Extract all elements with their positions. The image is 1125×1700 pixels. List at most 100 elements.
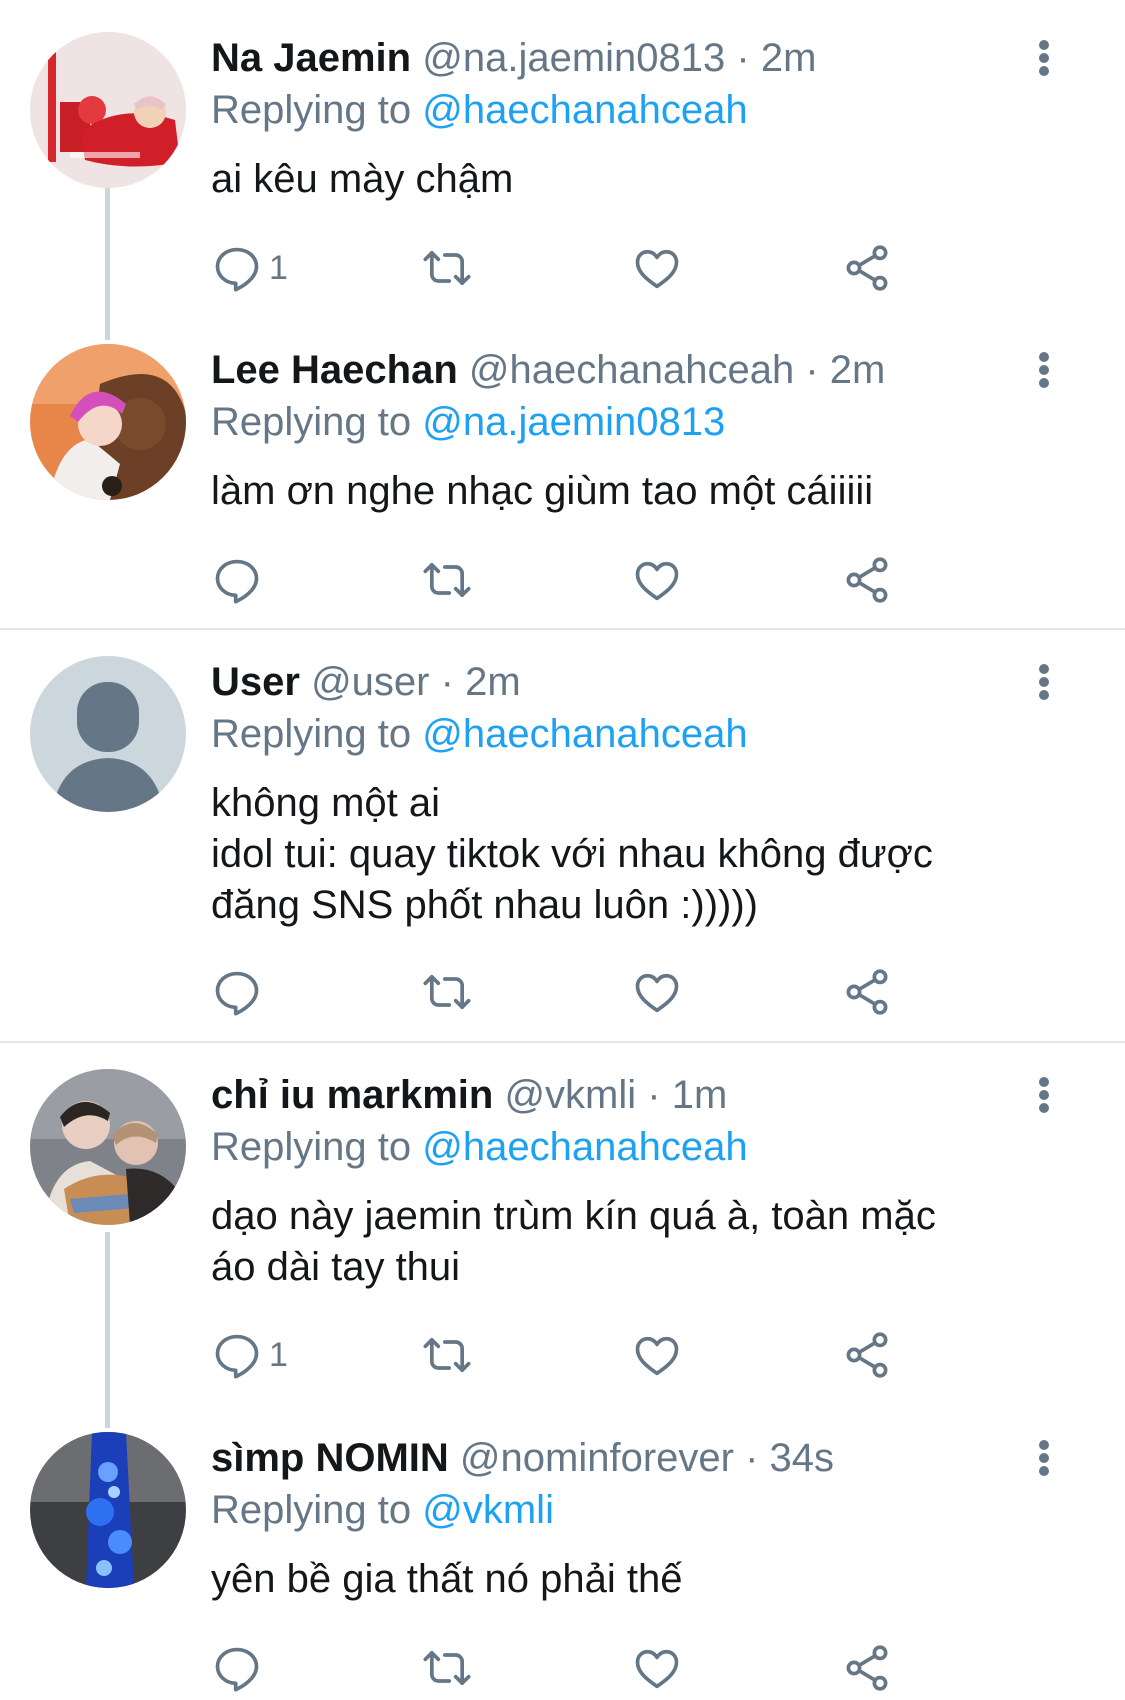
user-handle[interactable]: @na.jaemin0813 [422, 36, 725, 80]
tweet[interactable]: sìmp NOMIN @nominforever · 34s Replying … [0, 1400, 1125, 1700]
share-icon [846, 1332, 888, 1378]
display-name[interactable]: Na Jaemin [211, 36, 411, 80]
avatar[interactable] [30, 656, 186, 812]
reply-button[interactable] [211, 964, 269, 1020]
timestamp[interactable]: 2m [761, 36, 817, 80]
tweet-header: Lee Haechan @haechanahceah · 2m [211, 346, 885, 394]
retweet-icon [423, 562, 471, 598]
more-options-icon[interactable] [1030, 658, 1058, 706]
more-options-icon[interactable] [1030, 1434, 1058, 1482]
share-icon [846, 969, 888, 1015]
tweet-text-line: dạo này jaemin trùm kín quá à, toàn mặc [211, 1194, 936, 1238]
tweet-text-line: đăng SNS phốt nhau luôn :))))) [211, 883, 758, 927]
timestamp[interactable]: 34s [770, 1436, 835, 1480]
tweet-text-line: áo dài tay thui [211, 1245, 461, 1289]
like-button[interactable] [631, 1327, 683, 1383]
user-handle[interactable]: @user [311, 660, 429, 704]
retweet-icon [423, 1337, 471, 1373]
display-name[interactable]: Lee Haechan [211, 348, 458, 392]
tweet-text-line: không một ai [211, 781, 441, 825]
tweet-text: ai kêu mày chậm [211, 154, 1091, 205]
tweet[interactable]: User @user · 2m Replying to @haechanahce… [0, 624, 1125, 1041]
tweet-actions [211, 1640, 1091, 1696]
timestamp[interactable]: 2m [830, 348, 886, 392]
timestamp[interactable]: 2m [465, 660, 521, 704]
reply-button[interactable]: 1 [211, 240, 288, 296]
separator: · [440, 660, 454, 704]
tweet-header: sìmp NOMIN @nominforever · 34s [211, 1434, 834, 1482]
avatar[interactable] [30, 1069, 186, 1225]
display-name[interactable]: sìmp NOMIN [211, 1436, 449, 1480]
share-icon [846, 1645, 888, 1691]
retweet-icon [423, 250, 471, 286]
more-options-icon[interactable] [1030, 346, 1058, 394]
like-icon [635, 1649, 679, 1689]
share-button[interactable] [841, 1640, 893, 1696]
avatar[interactable] [30, 1432, 186, 1588]
replying-label: Replying to [211, 400, 412, 444]
reply-icon [215, 971, 259, 1016]
mention-link[interactable]: @na.jaemin0813 [422, 400, 725, 444]
reply-icon [215, 247, 259, 292]
mention-link[interactable]: @vkmli [422, 1488, 554, 1532]
reply-icon [215, 1334, 259, 1379]
reply-icon [215, 1647, 259, 1692]
retweet-icon [423, 974, 471, 1010]
like-button[interactable] [631, 552, 683, 608]
reply-icon [215, 559, 259, 604]
reply-button[interactable]: 1 [211, 1327, 288, 1383]
display-name[interactable]: chỉ iu markmin [211, 1073, 493, 1117]
more-options-icon[interactable] [1030, 1071, 1058, 1119]
tweet[interactable]: Lee Haechan @haechanahceah · 2m Replying… [0, 312, 1125, 628]
mention-link[interactable]: @haechanahceah [422, 88, 747, 132]
retweet-button[interactable] [421, 1640, 473, 1696]
mention-link[interactable]: @haechanahceah [422, 1125, 747, 1169]
tweet-text-line: làm ơn nghe nhạc giùm tao một cáiiiii [211, 469, 874, 513]
share-button[interactable] [841, 552, 893, 608]
retweet-button[interactable] [421, 964, 473, 1020]
like-icon [635, 973, 679, 1013]
replying-label: Replying to [211, 88, 412, 132]
reply-count: 1 [269, 1335, 288, 1374]
tweet-header: User @user · 2m [211, 658, 521, 706]
share-button[interactable] [841, 240, 893, 296]
timestamp[interactable]: 1m [672, 1073, 728, 1117]
mention-link[interactable]: @haechanahceah [422, 712, 747, 756]
reply-button[interactable] [211, 552, 269, 608]
separator: · [647, 1073, 661, 1117]
retweet-button[interactable] [421, 240, 473, 296]
like-button[interactable] [631, 240, 683, 296]
user-handle[interactable]: @nominforever [460, 1436, 734, 1480]
user-handle[interactable]: @vkmli [504, 1073, 636, 1117]
tweet-actions: 1 [211, 1327, 1091, 1383]
tweet-text: làm ơn nghe nhạc giùm tao một cáiiiii [211, 466, 1091, 517]
avatar[interactable] [30, 32, 186, 188]
share-button[interactable] [841, 964, 893, 1020]
display-name[interactable]: User [211, 660, 300, 704]
avatar[interactable] [30, 344, 186, 500]
tweet[interactable]: Na Jaemin @na.jaemin0813 · 2m Replying t… [0, 0, 1125, 320]
user-handle[interactable]: @haechanahceah [469, 348, 794, 392]
reply-count: 1 [269, 248, 288, 287]
replying-to: Replying to @na.jaemin0813 [211, 398, 725, 446]
replying-to: Replying to @haechanahceah [211, 710, 748, 758]
replying-to: Replying to @haechanahceah [211, 86, 748, 134]
tweet-header: chỉ iu markmin @vkmli · 1m [211, 1071, 727, 1119]
share-icon [846, 557, 888, 603]
like-button[interactable] [631, 964, 683, 1020]
retweet-button[interactable] [421, 552, 473, 608]
separator: · [805, 348, 819, 392]
tweet-actions [211, 552, 1091, 608]
share-icon [846, 245, 888, 291]
tweet-text: không một ai idol tui: quay tiktok với n… [211, 778, 1091, 931]
retweet-button[interactable] [421, 1327, 473, 1383]
tweet-text: dạo này jaemin trùm kín quá à, toàn mặc … [211, 1191, 1091, 1293]
more-options-icon[interactable] [1030, 34, 1058, 82]
share-button[interactable] [841, 1327, 893, 1383]
replying-label: Replying to [211, 1488, 412, 1532]
reply-button[interactable] [211, 1640, 269, 1696]
tweet-text: yên bề gia thất nó phải thế [211, 1554, 1091, 1605]
tweet[interactable]: chỉ iu markmin @vkmli · 1m Replying to @… [0, 1037, 1125, 1379]
like-button[interactable] [631, 1640, 683, 1696]
tweet-actions [211, 964, 1091, 1020]
